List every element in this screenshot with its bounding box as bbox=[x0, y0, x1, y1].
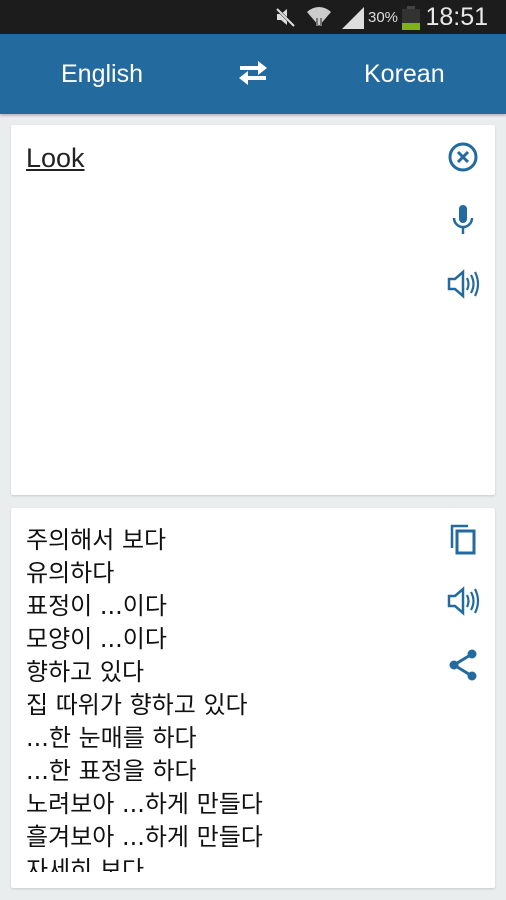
microphone-icon[interactable] bbox=[446, 203, 480, 237]
clock: 18:51 bbox=[425, 3, 488, 31]
translation-item: 집 따위가 향하고 있다 bbox=[26, 691, 248, 719]
speaker-icon[interactable] bbox=[446, 584, 480, 618]
copy-icon[interactable] bbox=[446, 522, 480, 556]
translation-list[interactable]: 주의해서 보다 유의하다 표정이 ...이다 모양이 ...이다 향하고 있다 … bbox=[26, 524, 426, 872]
translation-item: 유의하다 bbox=[26, 559, 115, 587]
translation-item: 모양이 ...이다 bbox=[26, 625, 167, 653]
signal-icon bbox=[342, 7, 364, 29]
translation-item: ...한 눈매를 하다 bbox=[26, 724, 197, 752]
source-text-input[interactable]: Look bbox=[26, 143, 85, 174]
battery-icon bbox=[402, 6, 420, 30]
input-card[interactable]: Look bbox=[11, 125, 495, 495]
translation-item: 주의해서 보다 bbox=[26, 526, 167, 554]
language-bar: English Korean bbox=[0, 34, 506, 114]
translation-item: 자세히 보다 bbox=[26, 856, 145, 872]
translation-item: 향하고 있다 bbox=[26, 658, 145, 686]
source-language-button[interactable]: English bbox=[61, 60, 143, 89]
output-card: 주의해서 보다 유의하다 표정이 ...이다 모양이 ...이다 향하고 있다 … bbox=[11, 508, 495, 888]
mute-icon bbox=[274, 6, 296, 28]
battery-percent: 30% bbox=[368, 9, 399, 26]
target-language-button[interactable]: Korean bbox=[364, 60, 445, 89]
clear-icon[interactable] bbox=[446, 140, 480, 174]
swap-arrows-icon[interactable] bbox=[234, 58, 272, 88]
translation-item: 표정이 ...이다 bbox=[26, 592, 167, 620]
translation-item: 노려보아 ...하게 만들다 bbox=[26, 790, 263, 818]
status-bar: 30% 18:51 bbox=[0, 0, 506, 34]
translation-item: 흘겨보아 ...하게 만들다 bbox=[26, 823, 263, 851]
wifi-icon bbox=[307, 7, 331, 26]
speaker-icon[interactable] bbox=[446, 267, 480, 301]
share-icon[interactable] bbox=[446, 648, 480, 682]
translation-item: ...한 표정을 하다 bbox=[26, 757, 197, 785]
